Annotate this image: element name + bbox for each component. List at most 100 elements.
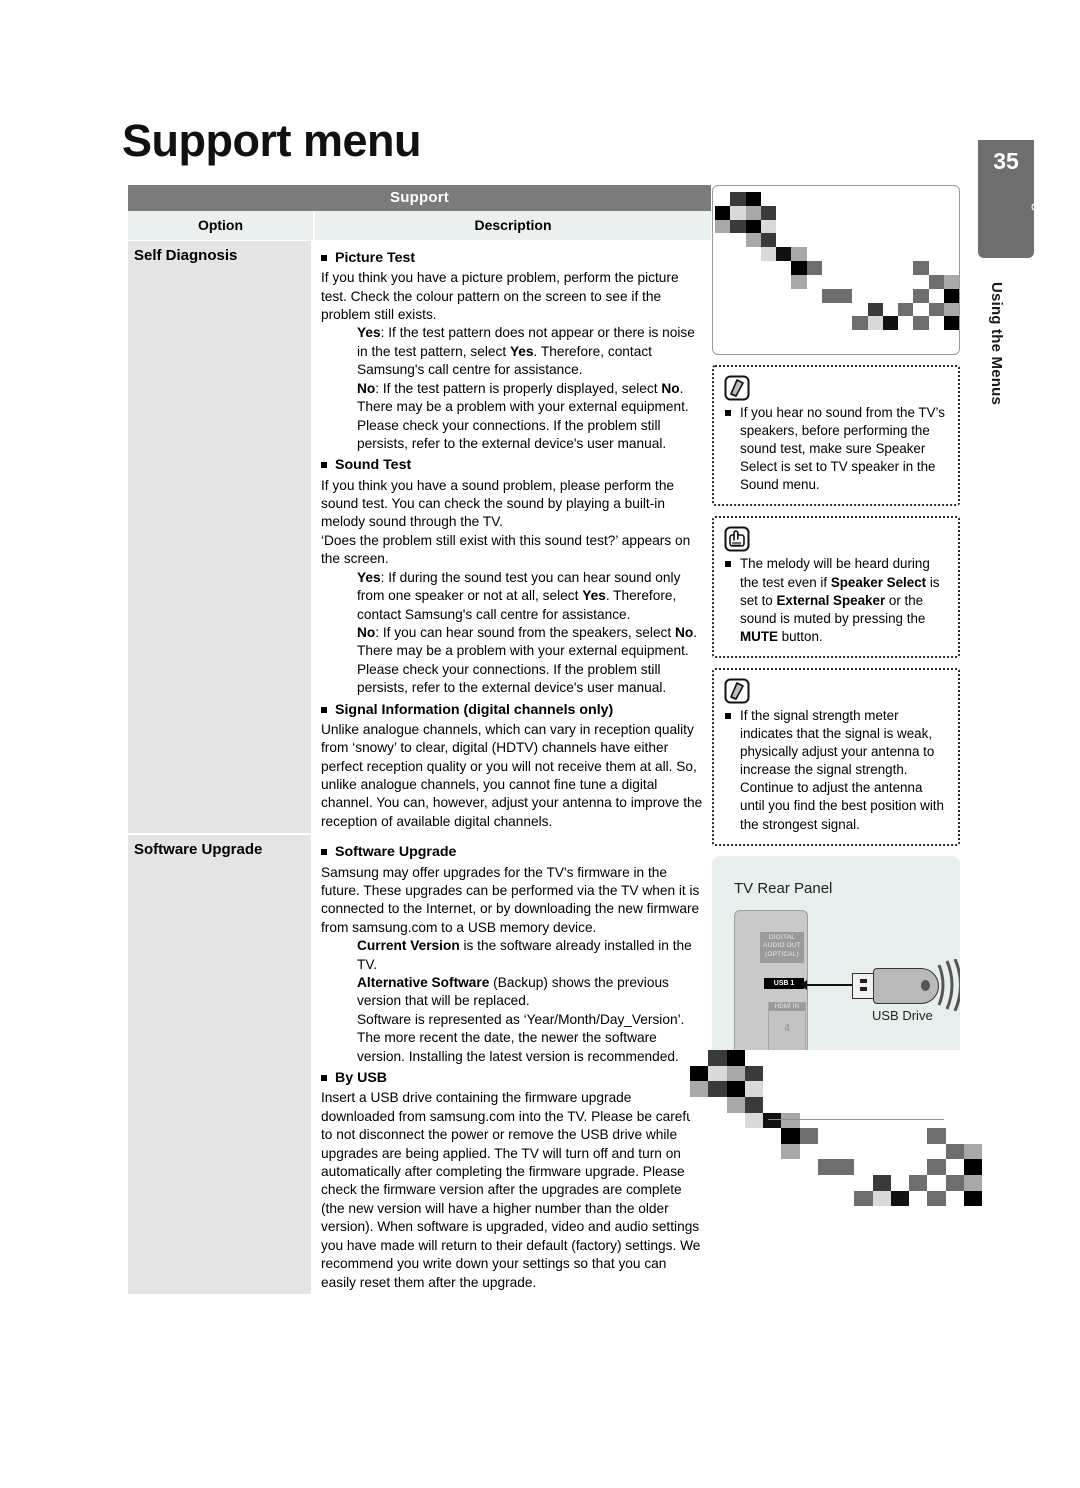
notes-container: If you hear no sound from the TV’s speak… bbox=[712, 365, 960, 846]
pixel-cell bbox=[806, 274, 822, 289]
pixel-cell bbox=[708, 1143, 727, 1160]
pixel-cell bbox=[854, 1112, 873, 1129]
pixel-cell bbox=[806, 330, 822, 344]
pixel-cell bbox=[715, 330, 731, 344]
pixel-cell bbox=[791, 261, 807, 275]
pixel-cell bbox=[927, 1065, 946, 1082]
pixel-cell bbox=[890, 1175, 909, 1191]
description-paragraph: Yes: If the test pattern does not appear… bbox=[357, 325, 695, 378]
description-paragraph: Software is represented as ‘Year/Month/D… bbox=[357, 1011, 685, 1064]
pixel-cell bbox=[806, 233, 822, 248]
pixel-cell bbox=[963, 1175, 982, 1191]
subheading-text: Software Upgrade bbox=[335, 844, 457, 861]
pixel-cell bbox=[690, 1081, 709, 1097]
pixel-cell bbox=[909, 1096, 928, 1113]
pixel-cell bbox=[945, 1081, 964, 1097]
pixel-cell bbox=[763, 1112, 782, 1129]
description-paragraph: If you think you have a picture problem,… bbox=[321, 270, 679, 323]
pixel-cell bbox=[898, 274, 914, 289]
pixel-cell bbox=[791, 233, 807, 248]
pixel-cell bbox=[708, 1081, 727, 1097]
pixel-cell bbox=[690, 1096, 709, 1113]
pixel-cell bbox=[943, 330, 959, 344]
pixel-cell bbox=[927, 1143, 946, 1160]
pixel-cell bbox=[776, 288, 792, 303]
pixel-cell bbox=[882, 288, 898, 303]
pixel-cell bbox=[963, 1190, 982, 1207]
pixel-cell bbox=[927, 1112, 946, 1129]
pixel-cell bbox=[791, 247, 807, 262]
pixel-cell bbox=[927, 1206, 946, 1222]
pixel-cell bbox=[928, 219, 944, 234]
pixel-cell bbox=[730, 205, 746, 220]
option-cell: Self Diagnosis bbox=[128, 241, 313, 836]
pixel-cell bbox=[745, 192, 761, 206]
pixel-cell bbox=[715, 233, 731, 248]
pixel-cell bbox=[726, 1206, 745, 1222]
pixel-cell bbox=[730, 233, 746, 248]
pixel-cell bbox=[760, 247, 776, 262]
pixel-cell bbox=[730, 288, 746, 303]
bullet-square-icon bbox=[725, 561, 731, 568]
pixel-cell bbox=[927, 1128, 946, 1144]
pixel-cell bbox=[963, 1159, 982, 1176]
option-label: Self Diagnosis bbox=[134, 247, 238, 264]
pixel-cell bbox=[909, 1190, 928, 1207]
pixel-cell bbox=[913, 261, 929, 275]
wireless-waves-icon bbox=[937, 958, 960, 1011]
pixel-cell bbox=[872, 1050, 891, 1066]
pixel-cell bbox=[945, 1128, 964, 1144]
pixel-cell bbox=[817, 1112, 836, 1129]
pixel-cell bbox=[745, 261, 761, 275]
pixel-cell bbox=[791, 302, 807, 317]
pixel-cell bbox=[909, 1128, 928, 1144]
note-text-content: If you hear no sound from the TV’s speak… bbox=[740, 405, 945, 493]
pixel-cell bbox=[854, 1190, 873, 1207]
pixel-cell bbox=[867, 192, 883, 206]
pixel-cell bbox=[799, 1112, 818, 1129]
pixel-cell bbox=[872, 1112, 891, 1129]
pixel-cell bbox=[943, 219, 959, 234]
pixel-cell bbox=[744, 1206, 763, 1222]
pixel-cell bbox=[837, 288, 853, 303]
pixel-cell bbox=[726, 1175, 745, 1191]
pixel-cell bbox=[781, 1081, 800, 1097]
port-usb-label: USB 1 bbox=[764, 977, 804, 989]
pixel-cell bbox=[817, 1050, 836, 1066]
table-column-headers: Option Description bbox=[128, 211, 711, 241]
pixel-cell bbox=[852, 261, 868, 275]
pixel-cell bbox=[760, 219, 776, 234]
pixel-cell bbox=[852, 302, 868, 317]
pixel-cell bbox=[745, 274, 761, 289]
pixel-cell bbox=[760, 261, 776, 275]
pixel-cell bbox=[791, 274, 807, 289]
pixel-cell bbox=[791, 205, 807, 220]
bullet-square-icon bbox=[321, 849, 327, 856]
pixel-cell bbox=[963, 1050, 982, 1066]
pixel-cell bbox=[837, 247, 853, 262]
pixel-cell bbox=[836, 1081, 855, 1097]
pixel-cell bbox=[776, 316, 792, 331]
pixel-cell bbox=[806, 316, 822, 331]
pixel-cell bbox=[821, 302, 837, 317]
pixel-cell bbox=[836, 1190, 855, 1207]
pixel-cell bbox=[898, 219, 914, 234]
pixel-cell bbox=[867, 219, 883, 234]
pixel-cell bbox=[715, 219, 731, 234]
pixel-cell bbox=[776, 247, 792, 262]
pixel-cell bbox=[745, 247, 761, 262]
pixel-cell bbox=[913, 192, 929, 206]
description-paragraph: No: If you can hear sound from the speak… bbox=[357, 624, 698, 696]
pixel-cell bbox=[837, 219, 853, 234]
pixel-cell bbox=[867, 330, 883, 344]
pixel-cell bbox=[744, 1190, 763, 1207]
pixel-cell bbox=[791, 192, 807, 206]
pixel-cell bbox=[744, 1159, 763, 1176]
subheading-text: Picture Test bbox=[335, 250, 416, 266]
description-subheading: By USB bbox=[321, 1069, 705, 1088]
port-hdmi-label: HDMI IN bbox=[769, 1002, 805, 1011]
pixel-cell bbox=[872, 1128, 891, 1144]
pixel-cell bbox=[730, 302, 746, 317]
description-paragraph: Yes: If during the sound test you can he… bbox=[357, 569, 681, 622]
pixel-cell bbox=[898, 302, 914, 317]
